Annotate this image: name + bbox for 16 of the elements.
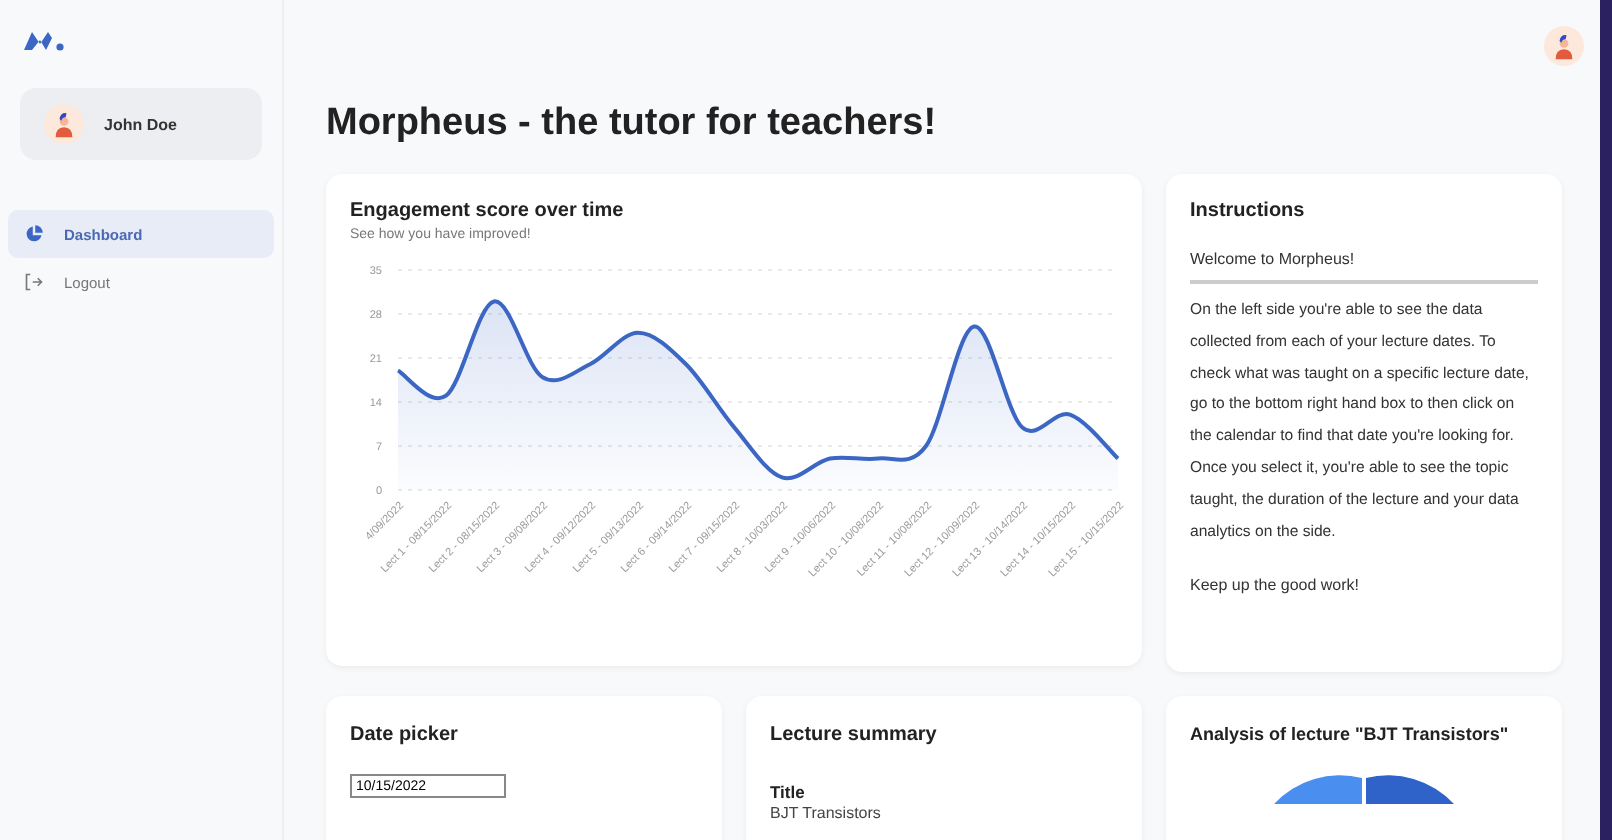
avatar-icon <box>1544 26 1584 66</box>
page-title: Morpheus - the tutor for teachers! <box>326 102 939 146</box>
pie-chart-icon <box>24 224 44 244</box>
card-title: Analysis of lecture "BJT Transistors" <box>1190 724 1511 744</box>
logout-icon <box>24 272 44 292</box>
logo-icon <box>22 28 66 52</box>
closing-text: Keep up the good work! <box>1190 576 1362 595</box>
avatar-icon <box>44 104 84 144</box>
card-title: Date picker <box>350 724 460 746</box>
card-title: Instructions <box>1190 200 1307 222</box>
welcome-text: Welcome to Morpheus! <box>1190 250 1538 284</box>
field-value: BJT Transistors <box>770 804 883 822</box>
user-name: John Doe <box>104 115 177 133</box>
card-title: Lecture summary <box>770 724 939 746</box>
field-label: Title <box>770 782 807 802</box>
card-title: Engagement score over time <box>350 200 626 222</box>
